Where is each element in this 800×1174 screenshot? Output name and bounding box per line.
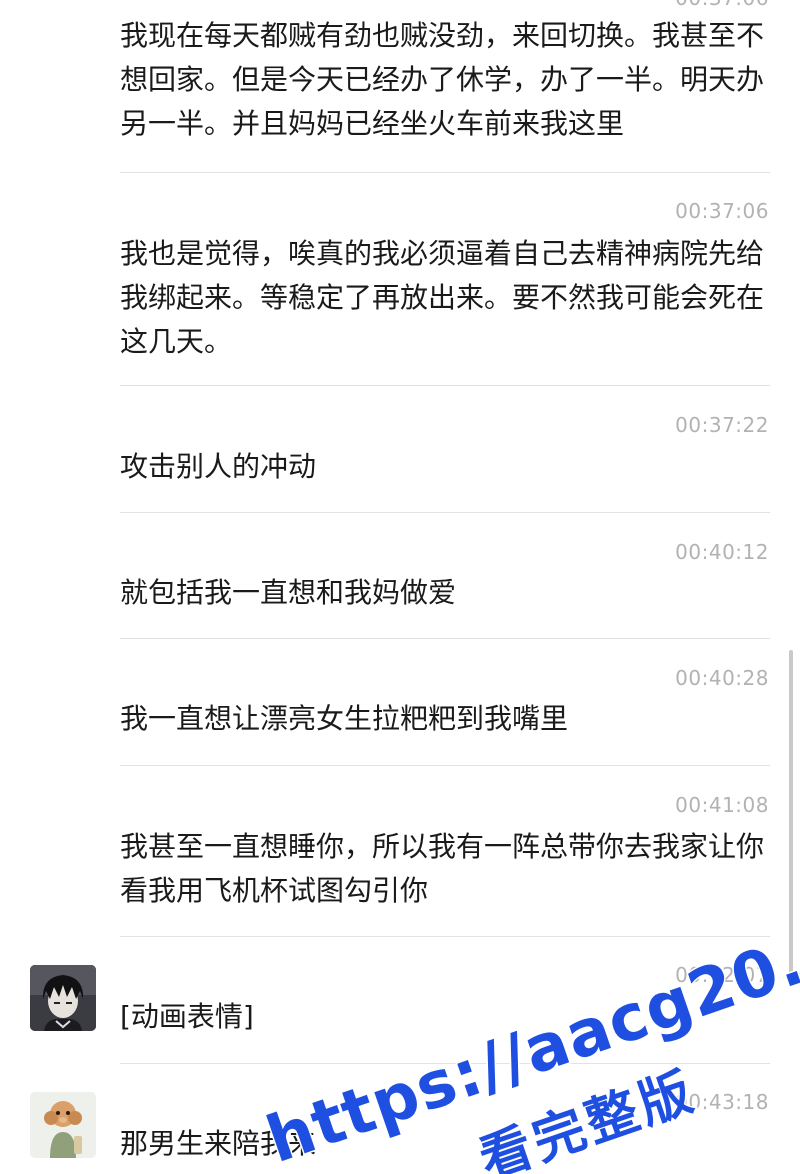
message-divider	[120, 385, 770, 386]
message-text[interactable]: 攻击别人的冲动	[120, 445, 780, 489]
avatar[interactable]	[30, 1092, 96, 1158]
message-text[interactable]: 我一直想让漂亮女生拉粑粑到我嘴里	[120, 697, 780, 741]
chat-history-page: 00:37:06 我现在每天都贼有劲也贼没劲，来回切换。我甚至不想回家。但是今天…	[0, 0, 800, 1174]
message-timestamp: 00:37:22	[675, 413, 769, 437]
avatar[interactable]	[30, 965, 96, 1031]
message-text[interactable]: 我也是觉得，唉真的我必须逼着自己去精神病院先给我绑起来。等稳定了再放出来。要不然…	[120, 232, 780, 364]
message-divider	[120, 512, 770, 513]
message-timestamp: 00:40:28	[675, 666, 769, 690]
message-text[interactable]: 就包括我一直想和我妈做爱	[120, 571, 780, 615]
scrollbar[interactable]	[789, 650, 793, 980]
message-timestamp: 00:37:06	[675, 0, 769, 10]
message-timestamp: 00:40:12	[675, 540, 769, 564]
dark-haired-boy-avatar-icon	[30, 965, 96, 1031]
message-divider	[120, 1063, 770, 1064]
message-timestamp: 00:41:08	[675, 793, 769, 817]
message-divider	[120, 638, 770, 639]
message-text[interactable]: [动画表情]	[120, 995, 780, 1039]
message-timestamp: 00:42:07	[675, 963, 769, 987]
message-divider	[120, 936, 770, 937]
message-divider	[120, 172, 770, 173]
message-timestamp: 00:37:06	[675, 199, 769, 223]
toy-poodle-avatar-icon	[30, 1092, 96, 1158]
message-text[interactable]: 我现在每天都贼有劲也贼没劲，来回切换。我甚至不想回家。但是今天已经办了休学，办了…	[120, 14, 780, 146]
message-text[interactable]: 那男生来陪我来	[120, 1122, 780, 1166]
message-text[interactable]: 我甚至一直想睡你，所以我有一阵总带你去我家让你看我用飞机杯试图勾引你	[120, 825, 780, 913]
message-timestamp: 00:43:18	[675, 1090, 769, 1114]
message-divider	[120, 765, 770, 766]
